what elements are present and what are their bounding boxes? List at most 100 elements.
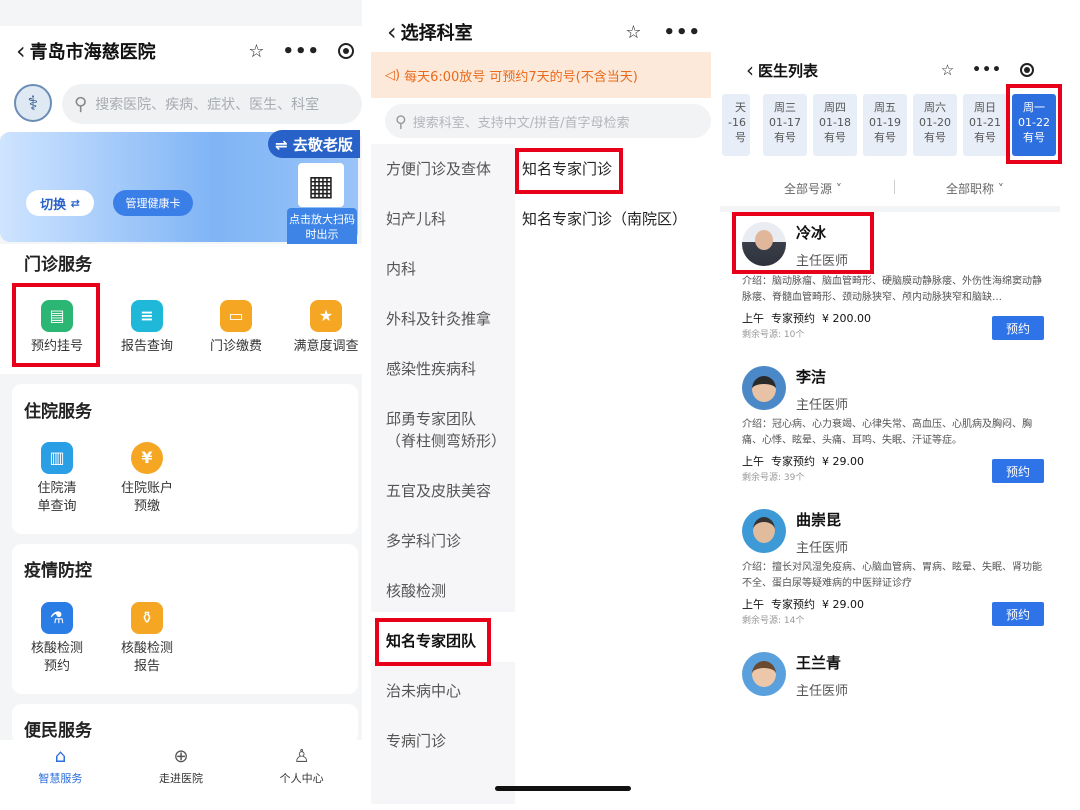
section-title: 住院服务 — [24, 402, 92, 422]
service-label: 住院账户预缴 — [121, 481, 174, 514]
clinic-item[interactable]: 知名专家门诊 — [522, 158, 612, 179]
slot-session: 上午 — [742, 312, 764, 325]
search-input[interactable]: ⚲ 搜索医院、疾病、症状、医生、科室 — [62, 84, 362, 124]
doctor-avatar[interactable] — [742, 222, 786, 266]
date-day: 周一 — [1023, 101, 1045, 114]
manage-health-card-button[interactable]: 管理健康卡 — [113, 190, 193, 216]
book-button[interactable]: 预约 — [992, 602, 1044, 626]
date-day: 周五 — [874, 101, 896, 114]
department-item[interactable]: 专病门诊 — [386, 730, 506, 752]
notice-banner: ◁) 每天6:00放号 可预约7天的号(不含当天) — [371, 52, 711, 98]
back-icon[interactable]: ‹ — [16, 37, 26, 65]
tab-hospital[interactable]: ⊕ 走进医院 — [121, 740, 242, 810]
nav-actions: ☆ ••• — [941, 61, 1034, 79]
date-date: 01-18 — [819, 116, 851, 129]
money-bag-icon: ¥ — [131, 442, 163, 474]
slot-type: 专家预约 — [771, 598, 815, 611]
book-button[interactable]: 预约 — [992, 459, 1044, 483]
department-search-input[interactable]: ⚲ 搜索科室、支持中文/拼音/首字母检索 — [385, 104, 711, 138]
record-icon[interactable] — [338, 43, 354, 59]
date-item[interactable]: 天 -16 号 — [722, 94, 750, 156]
elder-mode-button[interactable]: ⇌ 去敬老版 — [268, 130, 360, 158]
department-item[interactable]: 内科 — [386, 258, 506, 280]
date-status: 有号 — [924, 131, 946, 144]
department-item[interactable]: 感染性疾病科 — [386, 358, 506, 380]
payment-service[interactable]: ▭ 门诊缴费 — [196, 300, 276, 356]
qr-code-icon[interactable]: ▦ — [298, 163, 344, 207]
star-icon[interactable]: ☆ — [625, 22, 641, 43]
department-item[interactable]: 核酸检测 — [386, 580, 506, 602]
star-icon[interactable]: ☆ — [941, 61, 954, 79]
more-icon[interactable]: ••• — [282, 41, 320, 62]
nucleic-booking-service[interactable]: ⚗ 核酸检测预约 — [17, 602, 97, 676]
date-date: 01-22 — [1018, 116, 1050, 129]
back-icon[interactable]: ‹ — [387, 18, 397, 46]
home-icon: ⌂ — [54, 746, 67, 767]
qr-hint[interactable]: 点击放大扫码时出示 — [287, 208, 357, 248]
department-item[interactable]: 五官及皮肤美容 — [386, 480, 506, 502]
search-placeholder: 搜索科室、支持中文/拼音/首字母检索 — [412, 115, 630, 131]
date-item[interactable]: 周三 01-17 有号 — [763, 94, 807, 156]
book-button[interactable]: 预约 — [992, 316, 1044, 340]
search-icon: ⚲ — [74, 93, 88, 115]
clipboard-icon: ▥ — [41, 442, 73, 474]
search-icon: ⚲ — [395, 111, 407, 131]
section-divider — [720, 206, 1060, 212]
date-status: 有号 — [824, 131, 846, 144]
slot-price: ¥ 200.00 — [822, 312, 871, 325]
department-item-active[interactable]: 知名专家团队 — [386, 630, 506, 652]
appointment-service[interactable]: ▤ 预约挂号 — [17, 300, 97, 356]
department-item[interactable]: 多学科门诊 — [386, 530, 506, 552]
record-icon[interactable] — [1020, 63, 1034, 77]
slot-session: 上午 — [742, 455, 764, 468]
section-title: 便民服务 — [24, 721, 92, 741]
inpatient-deposit-service[interactable]: ¥ 住院账户预缴 — [107, 442, 187, 516]
search-placeholder: 搜索医院、疾病、症状、医生、科室 — [95, 97, 320, 113]
department-item[interactable]: 邱勇专家团队（脊柱侧弯矫形） — [386, 408, 506, 452]
date-status: 有号 — [774, 131, 796, 144]
filter-divider — [894, 180, 895, 194]
nav-bar: ‹ 医生列表 ☆ ••• — [720, 45, 1080, 95]
doctor-intro: 介绍：脑动脉瘤、脑血管畸形、硬脑膜动静脉瘘、外伤性海绵窦动静脉瘘、脊髓血管畸形、… — [742, 276, 1042, 303]
doctor-avatar[interactable] — [742, 509, 786, 553]
department-item[interactable]: 外科及针灸推拿 — [386, 308, 506, 330]
survey-service[interactable]: ★ 满意度调查 — [286, 300, 362, 356]
date-item[interactable]: 周六 01-20 有号 — [913, 94, 957, 156]
slot-info: 上午 专家预约 ¥ 29.00 — [742, 453, 864, 469]
tab-label: 智慧服务 — [38, 772, 83, 785]
filter-title-dropdown[interactable]: 全部职称 ˅ — [946, 180, 1004, 197]
nucleic-report-service[interactable]: ⚱ 核酸检测报告 — [107, 602, 187, 676]
department-item[interactable]: 方便门诊及查体 — [386, 158, 506, 180]
date-date: 01-17 — [769, 116, 801, 129]
back-icon[interactable]: ‹ — [746, 58, 754, 82]
date-item[interactable]: 周五 01-19 有号 — [863, 94, 907, 156]
department-item[interactable]: 治未病中心 — [386, 680, 506, 702]
hospital-icon: ⊕ — [173, 746, 189, 767]
doctor-avatar[interactable] — [742, 366, 786, 410]
star-icon[interactable]: ☆ — [248, 41, 264, 62]
filter-source-dropdown[interactable]: 全部号源 ˅ — [784, 180, 842, 197]
doctor-avatar[interactable] — [742, 652, 786, 696]
date-item[interactable]: 周四 01-18 有号 — [813, 94, 857, 156]
inpatient-list-service[interactable]: ▥ 住院清单查询 — [17, 442, 97, 516]
tab-smart-service[interactable]: ⌂ 智慧服务 — [0, 740, 121, 810]
flask-icon: ⚗ — [41, 602, 73, 634]
switch-button[interactable]: 切换 ⇄ — [26, 190, 94, 216]
date-item-selected[interactable]: 周一 01-22 有号 — [1012, 94, 1056, 156]
more-icon[interactable]: ••• — [663, 22, 701, 43]
remaining-slots: 剩余号源: 14个 — [742, 616, 805, 626]
report-query-service[interactable]: ≡ 报告查询 — [107, 300, 187, 356]
wallet-icon: ▭ — [220, 300, 252, 332]
remaining-slots: 剩余号源: 39个 — [742, 473, 805, 483]
more-icon[interactable]: ••• — [972, 62, 1002, 78]
date-selector: 天 -16 号 周三 01-17 有号 周四 01-18 有号 周五 01-19 有… — [720, 94, 1080, 158]
date-item[interactable]: 周日 01-21 有号 — [963, 94, 1007, 156]
department-item[interactable]: 妇产儿科 — [386, 208, 506, 230]
tab-profile[interactable]: ♙ 个人中心 — [241, 740, 362, 810]
slot-info: 上午 专家预约 ¥ 29.00 — [742, 596, 864, 612]
date-date: 01-21 — [969, 116, 1001, 129]
doctor-name: 李洁 — [796, 368, 827, 386]
slot-type: 专家预约 — [771, 455, 815, 468]
nav-bar: ‹ 选择科室 ☆ ••• — [371, 7, 711, 57]
clinic-item[interactable]: 知名专家门诊（南院区） — [522, 208, 687, 229]
